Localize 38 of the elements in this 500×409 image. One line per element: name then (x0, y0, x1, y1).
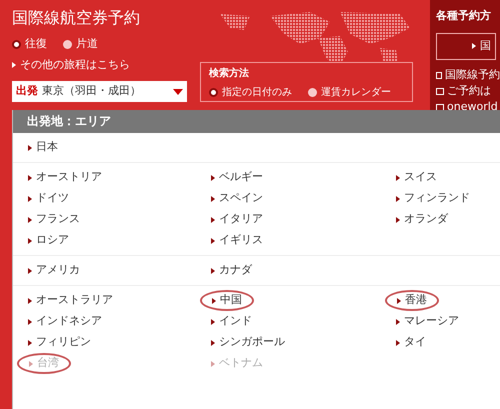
radio-label: 運賃カレンダー (321, 86, 391, 100)
area-item[interactable]: 中国 (200, 290, 254, 311)
area-item[interactable]: オーストラリア (25, 290, 116, 311)
area-item[interactable]: フランス (25, 209, 83, 230)
area-item[interactable]: フィリピン (25, 332, 94, 353)
reservation-button[interactable]: 国 (436, 32, 496, 60)
area-item[interactable]: マレーシア (393, 311, 462, 332)
area-item[interactable]: スイス (393, 167, 440, 188)
area-item[interactable]: イタリア (208, 209, 266, 230)
departure-select[interactable]: 出発 東京（羽田・成田） (12, 81, 187, 102)
field-label: 出発 (16, 83, 38, 100)
area-item[interactable]: 香港 (385, 290, 439, 311)
area-item[interactable]: オーストリア (25, 167, 105, 188)
radio-label: 往復 (25, 36, 47, 52)
area-item[interactable]: タイ (393, 332, 429, 353)
search-method-title: 検索方法 (209, 66, 250, 81)
area-item[interactable]: インド (208, 311, 255, 332)
radio-label: 指定の日付のみ (222, 86, 292, 100)
field-value: 東京（羽田・成田） (42, 83, 142, 100)
side-link[interactable]: 国際線予約 (445, 67, 500, 84)
area-item[interactable]: ロシア (25, 230, 72, 251)
area-item[interactable]: インドネシア (25, 311, 105, 332)
area-item[interactable]: オランダ (393, 209, 451, 230)
page-title: 国際線航空券予約 (12, 8, 141, 28)
area-item[interactable]: スペイン (208, 188, 266, 209)
area-item[interactable]: フィンランド (393, 188, 473, 209)
area-item[interactable]: ベルギー (208, 167, 266, 188)
radio-label: 片道 (76, 36, 98, 52)
area-item[interactable]: ドイツ (25, 188, 72, 209)
area-item[interactable]: シンガポール (208, 332, 288, 353)
dropdown-header: 出発地：エリア (13, 110, 500, 133)
area-item[interactable]: 日本 (25, 137, 61, 158)
area-item[interactable]: アメリカ (25, 260, 83, 281)
area-item[interactable]: カナダ (208, 260, 255, 281)
other-itinerary-link[interactable]: その他の旅程はこちら (20, 56, 130, 73)
panel-title: 各種予約方 (436, 8, 492, 24)
area-item[interactable]: イギリス (208, 230, 266, 251)
side-link[interactable]: ご予約は (447, 83, 491, 100)
